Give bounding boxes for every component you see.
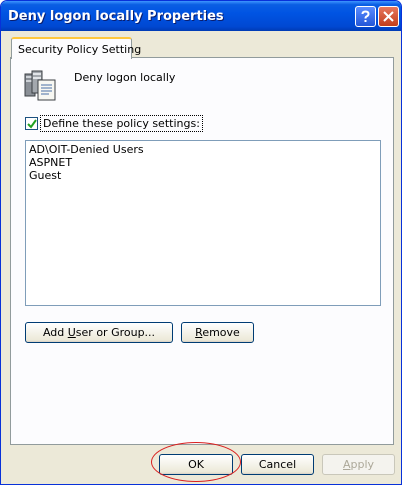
cancel-button[interactable]: Cancel (241, 454, 314, 475)
policy-title: Deny logon locally (74, 71, 176, 84)
help-icon (361, 10, 370, 22)
members-listbox[interactable]: AD\OIT-Denied Users ASPNET Guest (25, 140, 381, 306)
list-item[interactable]: Guest (29, 169, 377, 182)
properties-dialog: Deny logon locally Properties Security P… (0, 0, 402, 485)
window-title: Deny logon locally Properties (8, 9, 224, 24)
close-button[interactable] (378, 6, 399, 27)
title-bar[interactable]: Deny logon locally Properties (1, 1, 401, 31)
define-policy-checkbox[interactable] (25, 117, 38, 130)
ok-button[interactable]: OK (159, 454, 233, 475)
help-button[interactable] (355, 6, 376, 27)
close-icon (383, 11, 394, 22)
tab-security-policy-setting[interactable]: Security Policy Setting (11, 37, 141, 59)
list-item[interactable]: ASPNET (29, 156, 377, 169)
checkmark-icon (27, 119, 37, 129)
remove-button[interactable]: Remove (181, 322, 254, 343)
apply-button[interactable]: Apply (322, 454, 395, 475)
add-user-or-group-button[interactable]: Add User or Group... (25, 322, 173, 343)
define-policy-label[interactable]: Define these policy settings: (40, 115, 203, 132)
list-item[interactable]: AD\OIT-Denied Users (29, 143, 377, 156)
server-policy-icon (24, 70, 56, 101)
